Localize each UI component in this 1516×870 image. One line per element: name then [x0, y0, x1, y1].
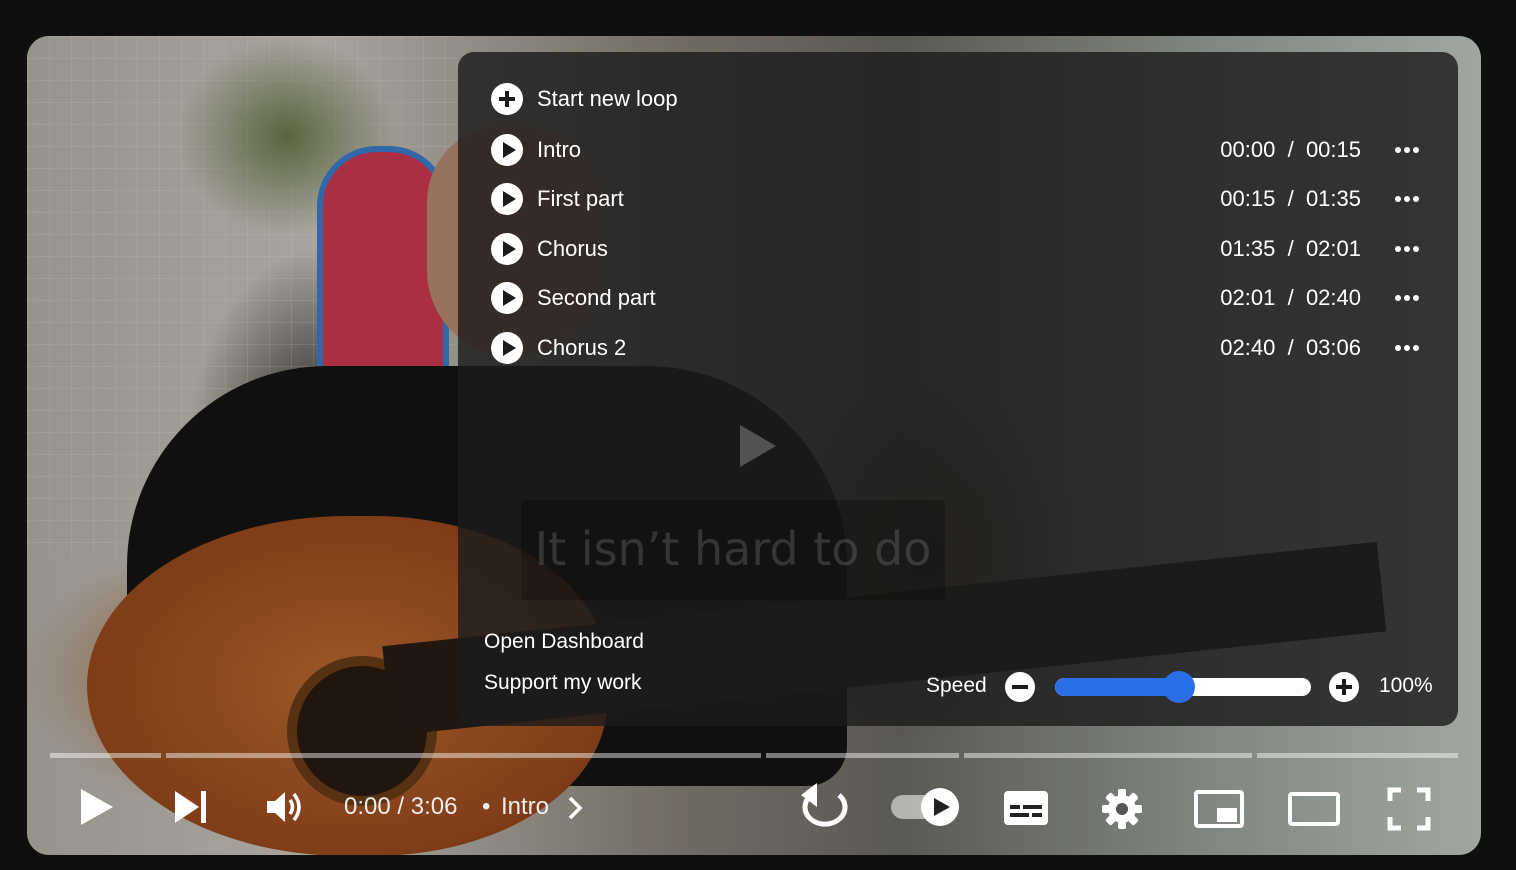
loop-item[interactable]: First part 00:15 / 01:35	[491, 182, 1431, 216]
loop-times: 01:35 / 02:01	[1220, 236, 1361, 261]
replay-icon[interactable]	[789, 781, 855, 831]
loop-times: 00:15 / 01:35	[1220, 186, 1361, 211]
next-icon[interactable]	[173, 789, 209, 825]
start-new-loop-button[interactable]: Start new loop	[491, 82, 1431, 116]
more-options-icon[interactable]	[1385, 188, 1429, 210]
loop-name: Chorus	[537, 236, 608, 261]
play-icon[interactable]	[79, 787, 115, 827]
fullscreen-icon[interactable]	[1387, 787, 1431, 831]
support-my-work-link[interactable]: Support my work	[484, 671, 642, 695]
more-options-icon[interactable]	[1385, 287, 1429, 309]
loop-item[interactable]: Chorus 01:35 / 02:01	[491, 232, 1431, 266]
speed-value: 100%	[1379, 674, 1433, 697]
autoplay-toggle-icon[interactable]	[889, 787, 961, 827]
speed-label: Speed	[926, 674, 987, 697]
play-circle-icon[interactable]	[491, 183, 523, 215]
loop-item[interactable]: Intro 00:00 / 00:15	[491, 133, 1431, 167]
chapter-title[interactable]: Intro	[501, 793, 549, 821]
progress-chapter-segment[interactable]	[766, 753, 959, 758]
speed-slider-fill	[1055, 678, 1179, 696]
center-play-icon	[740, 425, 776, 467]
progress-chapter-segment[interactable]	[50, 753, 161, 758]
loop-times: 00:00 / 00:15	[1220, 137, 1361, 162]
speed-slider-thumb[interactable]	[1162, 671, 1195, 703]
more-options-icon[interactable]	[1385, 337, 1429, 359]
open-dashboard-link[interactable]: Open Dashboard	[484, 630, 644, 654]
play-circle-icon[interactable]	[491, 233, 523, 265]
loop-name: Intro	[537, 137, 582, 162]
play-circle-icon[interactable]	[491, 332, 523, 364]
progress-chapter-segment[interactable]	[964, 753, 1252, 758]
progress-bar[interactable]	[50, 753, 1458, 758]
loop-panel: It isn’t hard to do Start new loop Intro…	[458, 52, 1458, 726]
progress-chapter-segment[interactable]	[1257, 753, 1458, 758]
start-new-loop-label: Start new loop	[537, 86, 678, 111]
caption-text: It isn’t hard to do	[534, 522, 932, 576]
volume-icon[interactable]	[265, 789, 305, 825]
settings-gear-icon[interactable]	[1101, 788, 1143, 830]
video-player[interactable]: It isn’t hard to do Start new loop Intro…	[27, 36, 1481, 855]
loop-item[interactable]: Chorus 2 02:40 / 03:06	[491, 331, 1431, 365]
miniplayer-icon[interactable]	[1193, 789, 1245, 829]
loop-name: Chorus 2	[537, 335, 627, 360]
play-circle-icon[interactable]	[491, 134, 523, 166]
progress-chapter-segment[interactable]	[166, 753, 761, 758]
loop-item[interactable]: Second part 02:01 / 02:40	[491, 281, 1431, 315]
plus-circle-icon	[491, 83, 523, 115]
player-controls: 0:00 / 3:06 • Intro	[27, 771, 1481, 841]
loop-name: Second part	[537, 285, 656, 310]
speed-decrease-button[interactable]	[1005, 672, 1035, 702]
caption-box: It isn’t hard to do	[521, 500, 945, 600]
loop-times: 02:01 / 02:40	[1220, 285, 1361, 310]
theater-mode-icon[interactable]	[1287, 791, 1341, 827]
more-options-icon[interactable]	[1385, 238, 1429, 260]
chevron-right-icon[interactable]	[567, 795, 583, 821]
loop-times: 02:40 / 03:06	[1220, 335, 1361, 360]
more-options-icon[interactable]	[1385, 139, 1429, 161]
time-display: 0:00 / 3:06	[344, 793, 458, 820]
subtitles-icon[interactable]	[1002, 789, 1050, 827]
speed-increase-button[interactable]	[1329, 672, 1359, 702]
loop-name: First part	[537, 186, 624, 211]
chapter-separator: •	[482, 793, 491, 820]
play-circle-icon[interactable]	[491, 282, 523, 314]
